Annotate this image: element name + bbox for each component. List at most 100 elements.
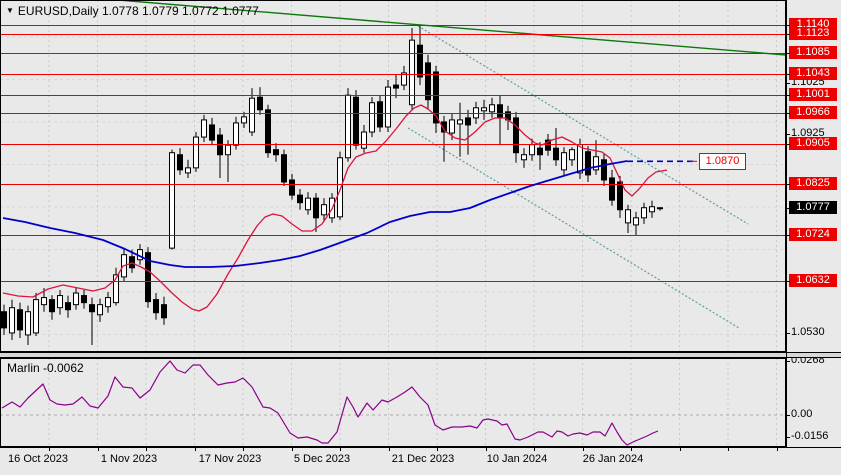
candle-bearish[interactable] (377, 101, 383, 128)
candle-bullish[interactable] (481, 107, 487, 112)
candle-bullish[interactable] (169, 152, 175, 249)
candle-bearish[interactable] (177, 154, 183, 171)
candle-bearish[interactable] (257, 96, 263, 111)
axis-tick (786, 184, 790, 185)
candle-bearish[interactable] (465, 117, 471, 126)
candle-bullish[interactable] (633, 217, 639, 226)
axis-tick (786, 208, 790, 209)
candle-bullish[interactable] (225, 144, 231, 156)
axis-tick (786, 415, 790, 416)
candle-bullish[interactable] (249, 97, 255, 133)
candle-bullish[interactable] (25, 311, 31, 336)
date-label: 17 Nov 2023 (198, 453, 262, 465)
candle-bullish[interactable] (305, 197, 311, 211)
axis-tick (786, 95, 790, 96)
candle-bearish[interactable] (497, 104, 503, 119)
current-price-badge: 1.0777 (789, 201, 837, 214)
candle-bullish[interactable] (345, 94, 351, 159)
candle-bullish[interactable] (337, 157, 343, 218)
candle-bullish[interactable] (97, 304, 103, 316)
symbol-period-label: EURUSD,Daily (17, 4, 99, 18)
candle-bearish[interactable] (313, 197, 319, 219)
candle-bearish[interactable] (393, 84, 399, 89)
candle-bearish[interactable] (417, 44, 423, 78)
candle-bearish[interactable] (129, 256, 135, 269)
candle-bullish[interactable] (233, 122, 239, 146)
candle-bearish[interactable] (281, 154, 287, 183)
price-level-badge: 1.0724 (789, 228, 837, 241)
candle-bearish[interactable] (585, 151, 591, 176)
candle-bearish[interactable] (49, 299, 55, 313)
candle-bullish[interactable] (361, 131, 367, 149)
indicator-canvas[interactable] (0, 358, 786, 447)
candle-bullish[interactable] (569, 149, 575, 161)
candle-bearish[interactable] (297, 194, 303, 204)
candle-bullish[interactable] (73, 292, 79, 306)
candle-bullish[interactable] (105, 297, 111, 308)
candle-bearish[interactable] (65, 302, 71, 311)
target-price-label[interactable]: 1.0870 (699, 153, 746, 170)
candle-bullish[interactable] (185, 167, 191, 174)
candle-bearish[interactable] (513, 117, 519, 154)
date-label: 26 Jan 2024 (582, 453, 644, 465)
candle-bullish[interactable] (561, 152, 567, 171)
time-axis-tick (776, 448, 778, 451)
candle-bearish[interactable] (81, 295, 87, 304)
candle-bullish[interactable] (625, 209, 631, 224)
axis-tick (786, 333, 790, 334)
candle-bearish[interactable] (265, 109, 271, 154)
chart-title: ▼ EURUSD,Daily 1.0778 1.0779 1.0772 1.077… (6, 4, 259, 18)
candle-bearish[interactable] (209, 124, 215, 141)
candle-bullish[interactable] (241, 116, 247, 124)
time-axis-tick (631, 448, 632, 451)
candle-bearish[interactable] (425, 62, 431, 101)
axis-tick (786, 83, 790, 84)
candle-bearish[interactable] (17, 309, 23, 331)
main-chart-canvas[interactable] (0, 0, 786, 352)
date-label: 16 Oct 2023 (8, 453, 68, 465)
candle-bearish[interactable] (153, 299, 159, 314)
candle-bearish[interactable] (1, 311, 7, 329)
candle-bullish[interactable] (9, 307, 15, 334)
candle-bearish[interactable] (553, 147, 559, 161)
time-axis-tick (340, 448, 341, 451)
candle-bullish[interactable] (449, 119, 455, 134)
axis-tick (786, 74, 790, 75)
candle-bullish[interactable] (321, 204, 327, 216)
price-level-badge: 1.1001 (789, 88, 837, 101)
candle-bullish[interactable] (41, 297, 47, 306)
price-axis-border (786, 0, 787, 447)
candle-bullish[interactable] (577, 144, 583, 174)
candle-bearish[interactable] (89, 304, 95, 313)
time-axis-tick (97, 448, 99, 451)
candle-bearish[interactable] (617, 181, 623, 211)
time-axis-tick (534, 448, 535, 451)
candle-bearish[interactable] (273, 149, 279, 156)
candle-bullish[interactable] (385, 86, 391, 128)
candle-bearish[interactable] (657, 207, 663, 210)
candle-bullish[interactable] (489, 104, 495, 113)
candle-bearish[interactable] (353, 96, 359, 146)
candle-bearish[interactable] (289, 179, 295, 196)
candle-bullish[interactable] (457, 119, 463, 125)
candle-bullish[interactable] (369, 102, 375, 133)
axis-tick (786, 437, 790, 438)
candle-bearish[interactable] (537, 147, 543, 156)
time-axis-tick (194, 448, 196, 451)
candle-bearish[interactable] (601, 159, 607, 181)
candle-bullish[interactable] (521, 154, 527, 161)
collapse-arrow-icon[interactable]: ▼ (6, 6, 14, 15)
time-axis-tick (437, 448, 438, 451)
candle-bullish[interactable] (57, 295, 63, 309)
candle-bullish[interactable] (641, 207, 647, 219)
candle-bullish[interactable] (473, 107, 479, 119)
time-axis-tick (291, 448, 293, 451)
candle-bullish[interactable] (529, 144, 535, 156)
candle-bullish[interactable] (201, 119, 207, 138)
candle-bullish[interactable] (33, 299, 39, 334)
candle-bullish[interactable] (649, 206, 655, 213)
candle-bearish[interactable] (609, 177, 615, 201)
candle-bullish[interactable] (193, 136, 199, 169)
candle-bearish[interactable] (161, 304, 167, 319)
axis-tick (786, 25, 790, 26)
